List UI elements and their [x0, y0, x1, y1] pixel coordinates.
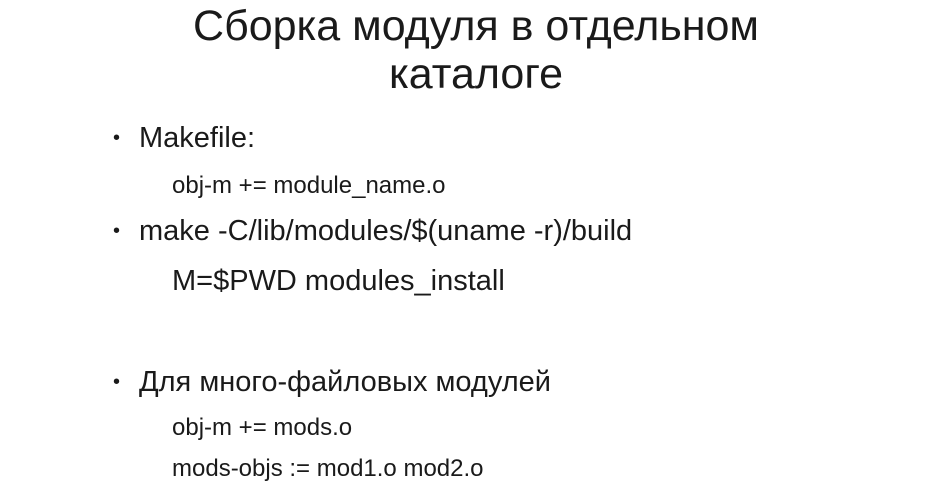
title-line-1: Сборка модуля в отдельном — [193, 2, 759, 50]
bullet-text: Для много-файловых модулей — [139, 366, 551, 398]
bullet-text: Makefile: — [139, 122, 256, 154]
sub-item-code: mods-objs := mod1.o mod2.o — [172, 455, 484, 482]
sub-item-code: obj-m += mods.o — [172, 414, 353, 441]
bullet-icon: • — [113, 220, 121, 242]
slide: Сборка модуля в отдельном каталоге • Make… — [0, 0, 952, 500]
bullet-text: make -C/lib/modules/$(uname -r)/build — [139, 215, 633, 247]
bullet-item-multifile-modules: • Для много-файловых модулей — [113, 365, 551, 399]
title-line-2: каталоге — [389, 50, 563, 98]
bullet-icon: • — [113, 127, 121, 149]
bullet-item-make-command: • make -C/lib/modules/$(uname -r)/build — [113, 214, 632, 248]
bullet-item-makefile: • Makefile: — [113, 121, 255, 155]
bullet-icon: • — [113, 371, 121, 393]
bullet-continuation: M=$PWD modules_install — [172, 265, 505, 297]
slide-title: Сборка модуля в отдельном каталоге — [0, 2, 952, 98]
sub-item-code: obj-m += module_name.o — [172, 172, 446, 199]
